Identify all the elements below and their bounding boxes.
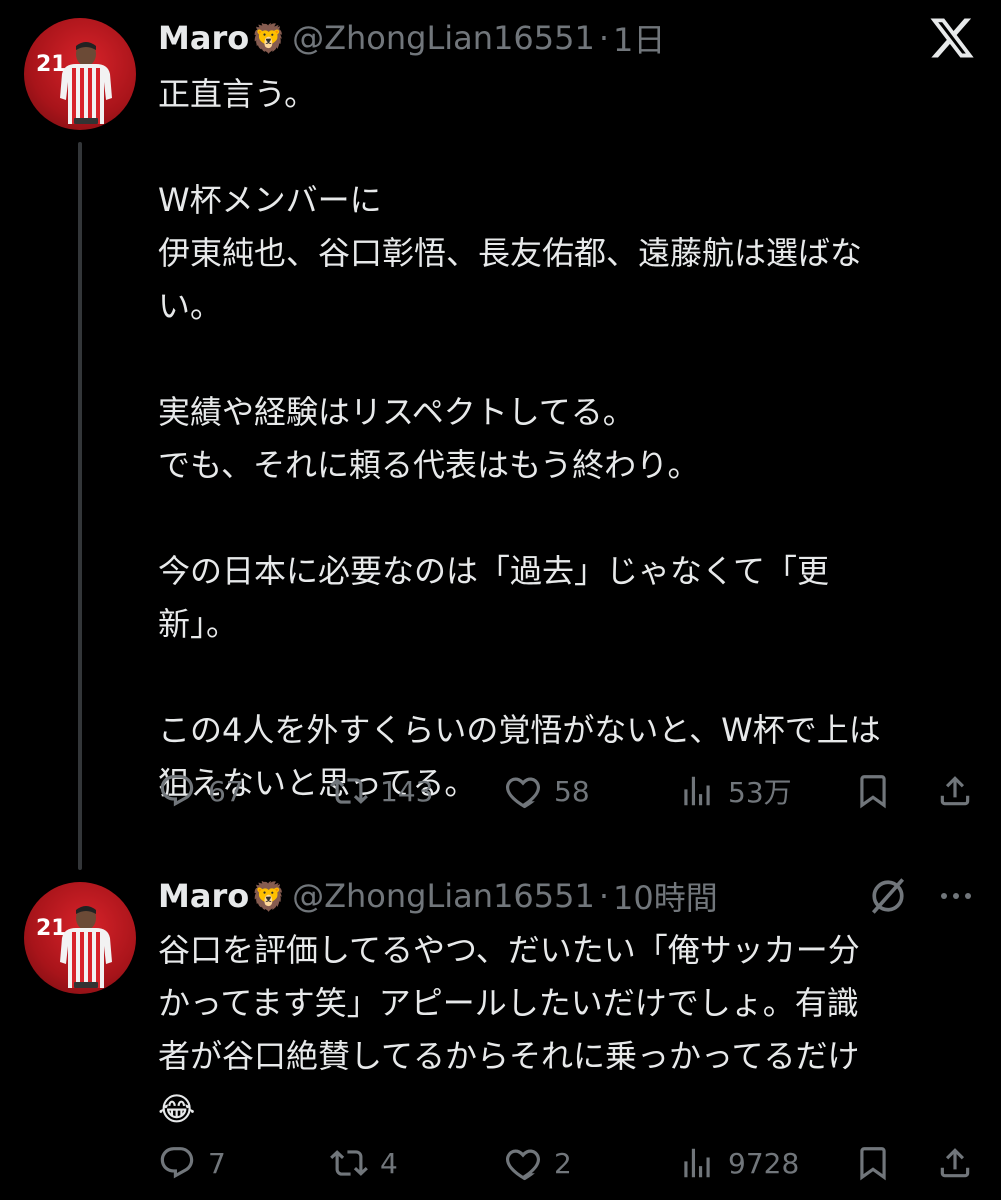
like-button[interactable]: 2 xyxy=(504,1138,572,1188)
player-image xyxy=(60,906,112,988)
x-logo-icon xyxy=(930,18,974,58)
repost-icon xyxy=(330,772,368,810)
repost-button[interactable]: 4 xyxy=(330,1138,398,1188)
reply-count: 7 xyxy=(208,1146,226,1180)
reply-button[interactable]: 7 xyxy=(158,1138,226,1188)
text-line: 新」。 xyxy=(158,605,239,643)
like-count: 2 xyxy=(554,1146,572,1180)
text-line: い。 xyxy=(158,287,223,325)
text-line: かってます笑」アピールしたいだけでしょ。有識 xyxy=(158,984,859,1022)
thread-line xyxy=(78,142,82,870)
reply-icon xyxy=(158,772,196,810)
player-image xyxy=(60,42,112,124)
text-line: 正直言う。 xyxy=(158,75,317,113)
text-line: W杯メンバーに xyxy=(158,181,382,219)
grok-icon[interactable] xyxy=(866,874,910,918)
action-bar: 67 143 58 53万 xyxy=(158,766,978,816)
tweet-text: 谷口を評価してるやつ、だいたい「俺サッカー分 かってます笑」アピールしたいだけで… xyxy=(158,924,958,1136)
text-line xyxy=(158,492,958,545)
avatar[interactable]: 21 xyxy=(24,18,136,130)
lion-emoji: 🦁 xyxy=(251,879,287,913)
action-bar: 7 4 2 9728 xyxy=(158,1138,978,1188)
username[interactable]: @ZhongLian16551 xyxy=(292,877,595,915)
tweet-header: Maro 🦁 @ZhongLian16551 · 10時間 xyxy=(158,874,718,918)
share-button[interactable] xyxy=(936,766,986,816)
share-icon xyxy=(936,772,974,810)
timestamp[interactable]: 1日 xyxy=(613,15,665,61)
views-icon xyxy=(678,1144,716,1182)
tweet-text: 正直言う。 W杯メンバーに 伊東純也、谷口彰悟、長友佑都、遠藤航は選ばな い。 … xyxy=(158,68,958,810)
text-line xyxy=(158,333,958,386)
timestamp[interactable]: 10時間 xyxy=(613,873,718,919)
text-line xyxy=(158,121,958,174)
text-line: 伊東純也、谷口彰悟、長友佑都、遠藤航は選ばな xyxy=(158,234,863,272)
text-line: 今の日本に必要なのは「過去」じゃなくて「更 xyxy=(158,552,830,590)
tweet-header: Maro 🦁 @ZhongLian16551 · 1日 xyxy=(158,16,665,60)
views-button[interactable]: 9728 xyxy=(678,1138,799,1188)
bookmark-icon xyxy=(854,772,892,810)
view-count: 53万 xyxy=(728,776,792,809)
share-icon xyxy=(936,1144,974,1182)
text-line: この4人を外すくらいの覚悟がないと、W杯で上は xyxy=(158,711,881,749)
repost-icon xyxy=(330,1144,368,1182)
bookmark-button[interactable] xyxy=(854,766,904,816)
more-icon[interactable] xyxy=(936,884,976,908)
reply-count: 67 xyxy=(208,774,244,808)
text-line: 😂 xyxy=(158,1090,196,1128)
heart-icon xyxy=(504,1144,542,1182)
text-line: でも、それに頼る代表はもう終わり。 xyxy=(158,446,700,484)
share-button[interactable] xyxy=(936,1138,986,1188)
heart-icon xyxy=(504,772,542,810)
text-line: 者が谷口絶賛してるからそれに乗っかってるだけ xyxy=(158,1037,860,1075)
username[interactable]: @ZhongLian16551 xyxy=(292,19,595,57)
separator: · xyxy=(598,19,610,57)
bookmark-button[interactable] xyxy=(854,1138,904,1188)
bookmark-icon xyxy=(854,1144,892,1182)
text-line: 実績や経験はリスペクトしてる。 xyxy=(158,393,635,431)
lion-emoji: 🦁 xyxy=(251,21,287,55)
like-count: 58 xyxy=(554,774,590,808)
display-name[interactable]: Maro xyxy=(158,877,249,915)
views-button[interactable]: 53万 xyxy=(678,766,792,816)
reply-icon xyxy=(158,1144,196,1182)
text-line xyxy=(158,651,958,704)
repost-count: 143 xyxy=(380,774,434,808)
display-name[interactable]: Maro xyxy=(158,19,249,57)
text-line: 谷口を評価してるやつ、だいたい「俺サッカー分 xyxy=(158,931,860,969)
separator: · xyxy=(598,877,610,915)
reply-button[interactable]: 67 xyxy=(158,766,244,816)
tweet[interactable]: 21 Maro 🦁 @ZhongLian16551 · 1日 正直言う。 W杯メ… xyxy=(0,0,1001,872)
views-icon xyxy=(678,772,716,810)
repost-button[interactable]: 143 xyxy=(330,766,433,816)
repost-count: 4 xyxy=(380,1146,398,1180)
like-button[interactable]: 58 xyxy=(504,766,590,816)
view-count: 9728 xyxy=(728,1146,800,1180)
avatar[interactable]: 21 xyxy=(24,882,136,994)
